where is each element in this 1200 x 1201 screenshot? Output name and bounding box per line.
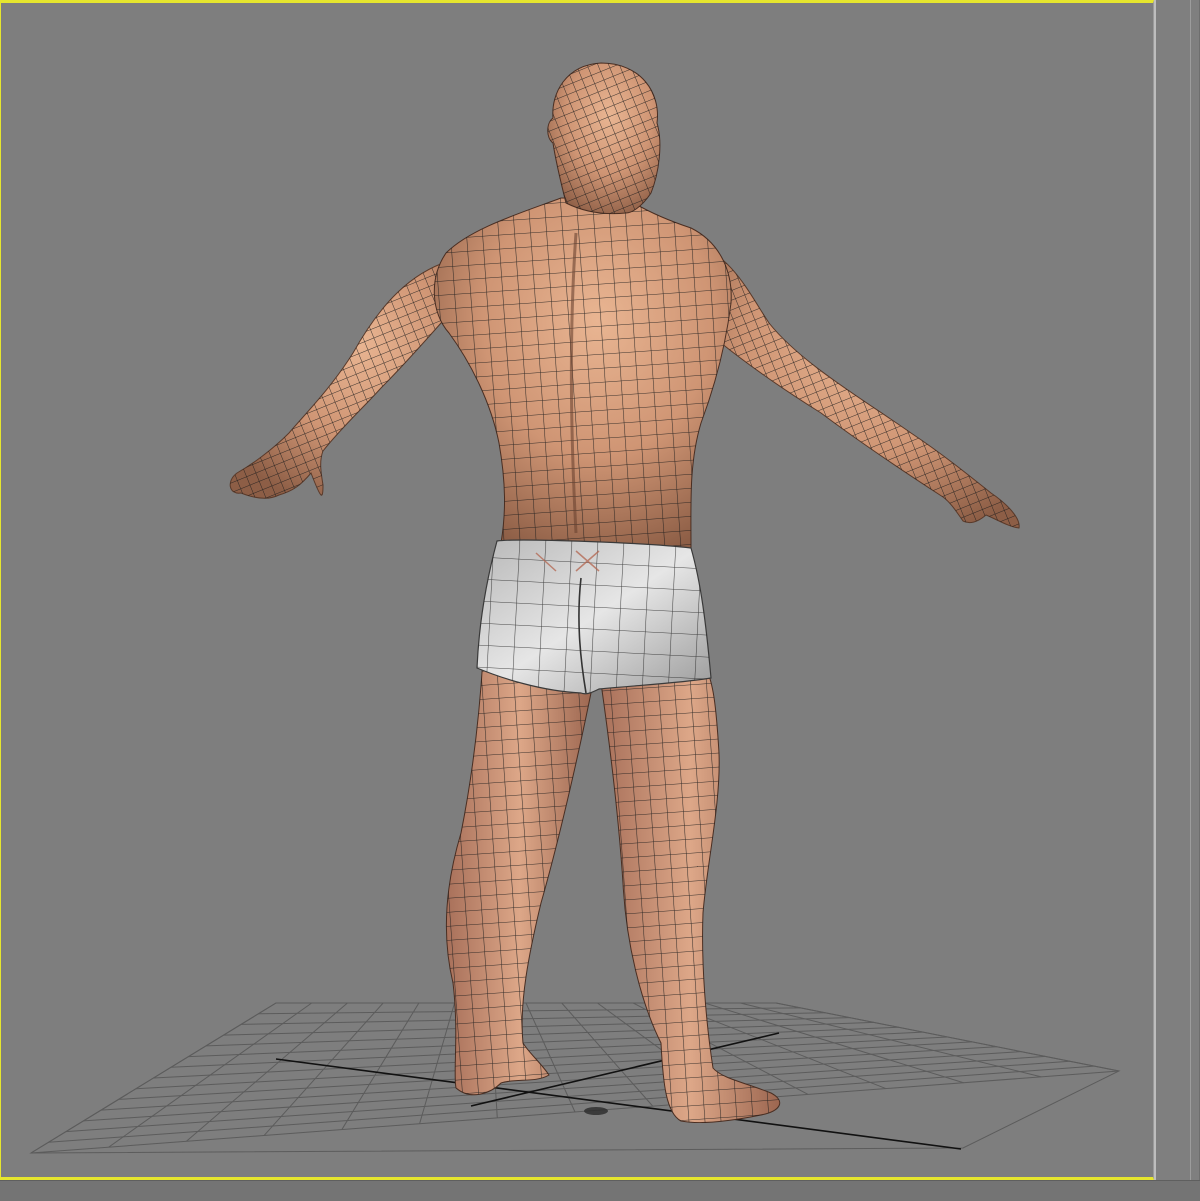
- viewport-bottom-strip: [0, 1180, 1200, 1201]
- grid-axis-x: [275, 1058, 962, 1150]
- ground-grid: [29, 1002, 1121, 1154]
- viewport-canvas[interactable]: [1, 3, 1155, 1183]
- grid-line: [30, 1070, 1120, 1154]
- viewport-app: [0, 0, 1200, 1201]
- pivot-marker: [584, 1107, 608, 1115]
- grid-line: [65, 1060, 1071, 1133]
- grid-line: [100, 1051, 1022, 1111]
- grid-line: [48, 1065, 1095, 1143]
- human-mesh-model[interactable]: [229, 62, 1020, 1124]
- side-panel: [1154, 0, 1200, 1180]
- grid-line: [561, 1002, 654, 1107]
- perspective-viewport[interactable]: [0, 0, 1154, 1180]
- grid-line: [740, 1002, 1042, 1078]
- grid-line: [83, 1055, 1046, 1122]
